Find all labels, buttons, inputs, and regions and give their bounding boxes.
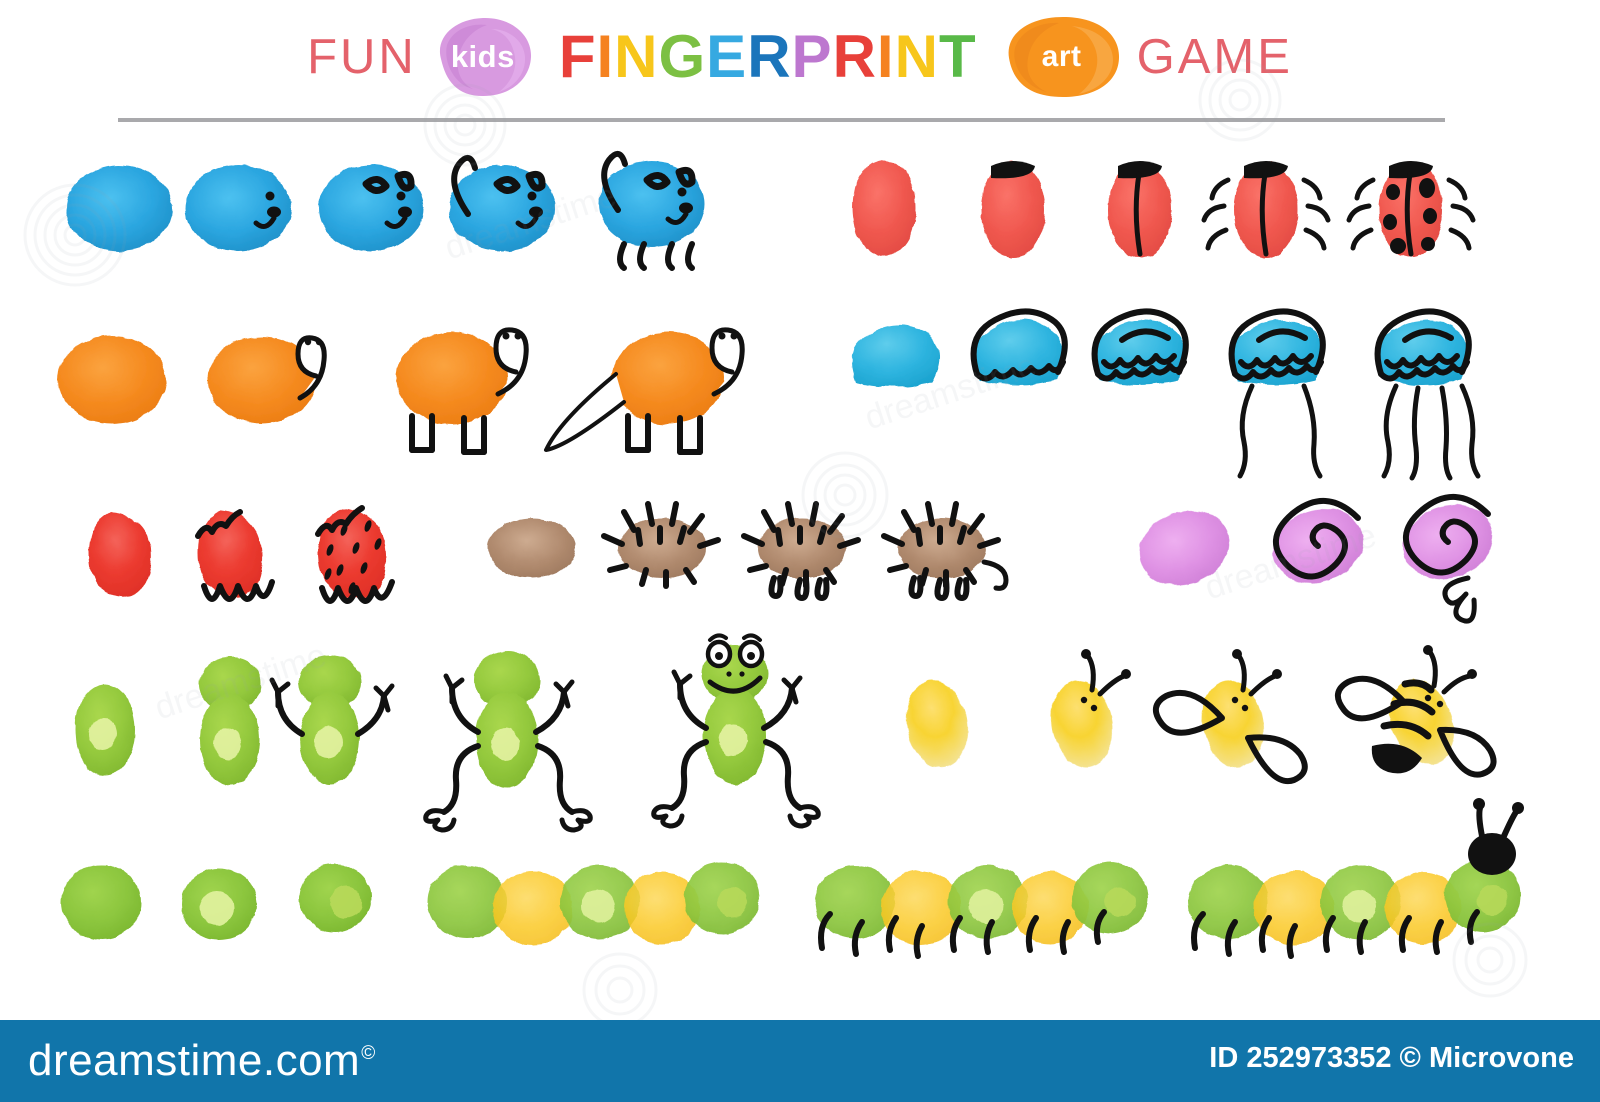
tutorial-ladybug [852, 160, 1476, 258]
caterpillar-step-1 [61, 865, 141, 939]
tutorial-jellyfish [851, 308, 1481, 481]
jellyfish-step-1 [851, 324, 940, 387]
tutorial-strawberry [89, 505, 395, 604]
fp-letter-1: I [596, 23, 615, 90]
strawberry-step-3 [315, 505, 395, 604]
caterpillar-step-2 [181, 868, 257, 940]
title-word-game: GAME [1136, 30, 1293, 84]
tutorial-frog [75, 633, 821, 833]
title-word-fingerprint: F I N G E R P R I N T [559, 27, 977, 87]
dreamstime-logo-text: dreamstime.com [28, 1036, 361, 1085]
tutorial-bee [906, 645, 1497, 785]
fp-letter-9: N [894, 23, 939, 90]
dog-step-5 [599, 151, 705, 271]
bee-step-4 [1335, 645, 1497, 778]
ladybug-step-1 [852, 160, 916, 256]
fingerprint-tutorial-sheet [0, 130, 1600, 1000]
art-blob-label: art [1041, 40, 1082, 73]
dog-step-3 [318, 165, 424, 251]
fp-letter-10: T [938, 23, 977, 90]
registered-mark-icon: © [361, 1043, 376, 1065]
bee-step-1 [906, 680, 968, 768]
kids-blob-label: kids [450, 39, 515, 74]
kids-blob-badge: kids [431, 15, 535, 99]
caterpillar-step-4 [427, 862, 760, 945]
turtle-step-3 [396, 327, 529, 455]
turtle-step-1 [58, 336, 166, 424]
fp-letter-7: R [832, 23, 877, 90]
ladybug-step-5 [1346, 161, 1476, 258]
tutorial-dog [66, 151, 705, 271]
ladybug-step-4 [1201, 161, 1331, 258]
snail-step-1 [1138, 510, 1230, 586]
fp-letter-8: I [876, 23, 895, 90]
turtle-step-2 [208, 335, 327, 424]
fp-letter-3: G [658, 23, 707, 90]
title-divider [118, 118, 1445, 122]
tutorial-turtle [58, 327, 745, 455]
frog-step-4 [423, 651, 593, 833]
caterpillar-step-3 [299, 864, 371, 932]
turtle-step-4 [544, 327, 745, 455]
tutorial-snail [1138, 494, 1494, 624]
dog-step-4 [449, 155, 555, 251]
jellyfish-step-4 [1228, 308, 1326, 479]
fp-letter-0: F [558, 23, 597, 90]
jellyfish-step-5 [1374, 308, 1481, 481]
caterpillar-step-5 [815, 862, 1148, 959]
frog-step-1 [75, 684, 135, 776]
art-blob-badge: art [1001, 14, 1123, 100]
fp-letter-2: N [614, 23, 659, 90]
title-word-fun: FUN [307, 30, 417, 84]
fp-letter-5: R [747, 23, 792, 90]
frog-step-5 [651, 633, 821, 829]
snail-step-3 [1402, 494, 1494, 624]
hedgehog-step-2 [601, 501, 721, 589]
page-title: FUN kids F I N G E R P R I N T art GAME [0, 12, 1600, 102]
hedgehog-step-3 [741, 501, 861, 601]
jellyfish-step-3 [1091, 308, 1189, 385]
stock-footer-bar: dreamstime.com© ID 252973352 © Microvone [0, 1020, 1600, 1102]
tutorial-hedgehog [488, 501, 1009, 601]
snail-step-2 [1272, 498, 1364, 584]
strawberry-step-1 [89, 512, 152, 597]
dreamstime-logo[interactable]: dreamstime.com© [28, 1036, 376, 1086]
ladybug-step-2 [981, 161, 1045, 258]
bee-step-2 [1051, 649, 1131, 768]
hedgehog-step-1 [488, 518, 576, 578]
jellyfish-step-2 [970, 308, 1068, 385]
ladybug-step-3 [1108, 161, 1172, 258]
image-id-caption: ID 252973352 © Microvone [1209, 1042, 1574, 1074]
frog-step-3 [269, 655, 395, 784]
hedgehog-step-4 [881, 501, 1009, 601]
caterpillar-step-6 [1188, 798, 1524, 959]
dog-step-1 [66, 165, 172, 251]
strawberry-step-2 [195, 509, 275, 602]
fp-letter-6: P [791, 23, 833, 90]
fp-letter-4: E [706, 23, 748, 90]
dog-step-2 [185, 165, 291, 251]
frog-step-2 [199, 657, 261, 786]
bee-step-3 [1153, 649, 1308, 785]
